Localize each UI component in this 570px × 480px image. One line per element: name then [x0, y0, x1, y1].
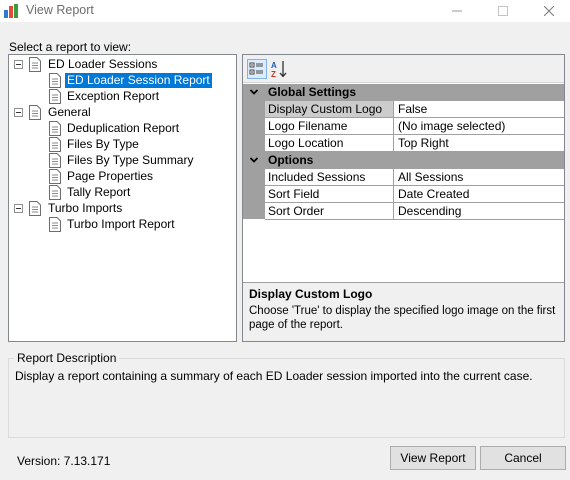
maximize-button[interactable]	[480, 0, 526, 22]
tree-group-ed-loader-sessions[interactable]: ED Loader Sessions	[46, 57, 159, 72]
document-icon	[49, 185, 61, 200]
cancel-button[interactable]: Cancel	[480, 446, 566, 470]
property-name: Display Custom Logo	[265, 101, 394, 117]
document-icon	[49, 73, 61, 88]
minimize-icon	[452, 10, 462, 12]
property-grid[interactable]: A Z Global Settings Display Custom Logo …	[242, 54, 565, 342]
svg-text:A: A	[271, 61, 277, 70]
tree-item-files-by-type-summary[interactable]: Files By Type Summary	[65, 153, 195, 168]
property-value[interactable]: (No image selected)	[395, 118, 564, 134]
chevron-down-icon	[249, 157, 259, 163]
tree-item-tally-report[interactable]: Tally Report	[65, 185, 132, 200]
view-report-window: View Report Select a report to view: ED …	[0, 0, 570, 480]
property-value[interactable]: Descending	[395, 203, 564, 219]
property-name: Included Sessions	[265, 169, 394, 185]
chevron-down-icon	[249, 89, 259, 95]
tree-group-turbo-imports[interactable]: Turbo Imports	[46, 201, 124, 216]
document-icon	[49, 217, 61, 232]
property-value[interactable]: Date Created	[395, 186, 564, 202]
select-report-label: Select a report to view:	[9, 40, 132, 54]
category-global-settings[interactable]: Global Settings	[243, 84, 564, 101]
report-chart-icon	[4, 4, 18, 18]
property-name: Sort Order	[265, 203, 394, 219]
tree-item-ed-loader-session-report[interactable]: ED Loader Session Report	[65, 73, 212, 88]
property-name: Logo Location	[265, 135, 394, 151]
tree-item-files-by-type[interactable]: Files By Type	[65, 137, 141, 152]
document-icon	[49, 153, 61, 168]
property-value[interactable]: Top Right	[395, 135, 564, 151]
report-tree[interactable]: ED Loader Sessions ED Loader Session Rep…	[8, 54, 237, 342]
property-row[interactable]: Logo Location Top Right	[265, 135, 564, 152]
property-name: Sort Field	[265, 186, 394, 202]
report-description-legend: Report Description	[14, 351, 120, 365]
collapse-toggle-general[interactable]	[14, 108, 23, 117]
document-icon	[29, 57, 41, 72]
document-icon	[29, 105, 41, 120]
property-name: Logo Filename	[265, 118, 394, 134]
tree-item-turbo-import-report[interactable]: Turbo Import Report	[65, 217, 177, 232]
close-icon	[544, 6, 554, 16]
category-options[interactable]: Options	[243, 152, 564, 169]
property-row[interactable]: Logo Filename (No image selected)	[265, 118, 564, 135]
document-icon	[49, 169, 61, 184]
categorized-icon	[249, 62, 263, 75]
property-row[interactable]: Display Custom Logo False	[265, 101, 564, 118]
report-description-text: Display a report containing a summary of…	[15, 369, 533, 383]
property-help-panel: Display Custom Logo Choose 'True' to dis…	[243, 282, 564, 341]
svg-text:Z: Z	[271, 70, 276, 79]
categorized-view-button[interactable]	[247, 59, 267, 79]
collapse-toggle-turbo-imports[interactable]	[14, 204, 23, 213]
property-grid-body: Global Settings Display Custom Logo Fals…	[243, 84, 564, 280]
tree-item-deduplication-report[interactable]: Deduplication Report	[65, 121, 181, 136]
property-row[interactable]: Sort Order Descending	[265, 203, 564, 220]
category-label: Options	[268, 153, 314, 167]
tree-group-general[interactable]: General	[46, 105, 93, 120]
maximize-icon	[498, 6, 508, 16]
help-title: Display Custom Logo	[249, 287, 373, 301]
report-description-group: Report Description Display a report cont…	[8, 351, 565, 438]
property-value[interactable]: False	[395, 101, 564, 117]
minimize-button[interactable]	[434, 0, 480, 22]
view-report-button[interactable]: View Report	[390, 446, 476, 470]
alphabetical-sort-button[interactable]: A Z	[269, 59, 289, 79]
version-label: Version: 7.13.171	[17, 454, 111, 468]
sort-alphabetical-icon: A Z	[271, 61, 287, 79]
collapse-toggle-ed-loader[interactable]	[14, 60, 23, 69]
help-text: Choose 'True' to display the specified l…	[249, 305, 556, 331]
window-title: View Report	[26, 3, 94, 17]
property-row[interactable]: Included Sessions All Sessions	[265, 169, 564, 186]
document-icon	[29, 201, 41, 216]
close-button[interactable]	[526, 0, 570, 22]
title-bar[interactable]: View Report	[0, 0, 570, 22]
tree-item-page-properties[interactable]: Page Properties	[65, 169, 155, 184]
document-icon	[49, 137, 61, 152]
document-icon	[49, 89, 61, 104]
tree-item-exception-report[interactable]: Exception Report	[65, 89, 161, 104]
property-grid-toolbar: A Z	[243, 55, 564, 83]
property-row[interactable]: Sort Field Date Created	[265, 186, 564, 203]
property-value[interactable]: All Sessions	[395, 169, 564, 185]
document-icon	[49, 121, 61, 136]
category-label: Global Settings	[268, 85, 357, 99]
